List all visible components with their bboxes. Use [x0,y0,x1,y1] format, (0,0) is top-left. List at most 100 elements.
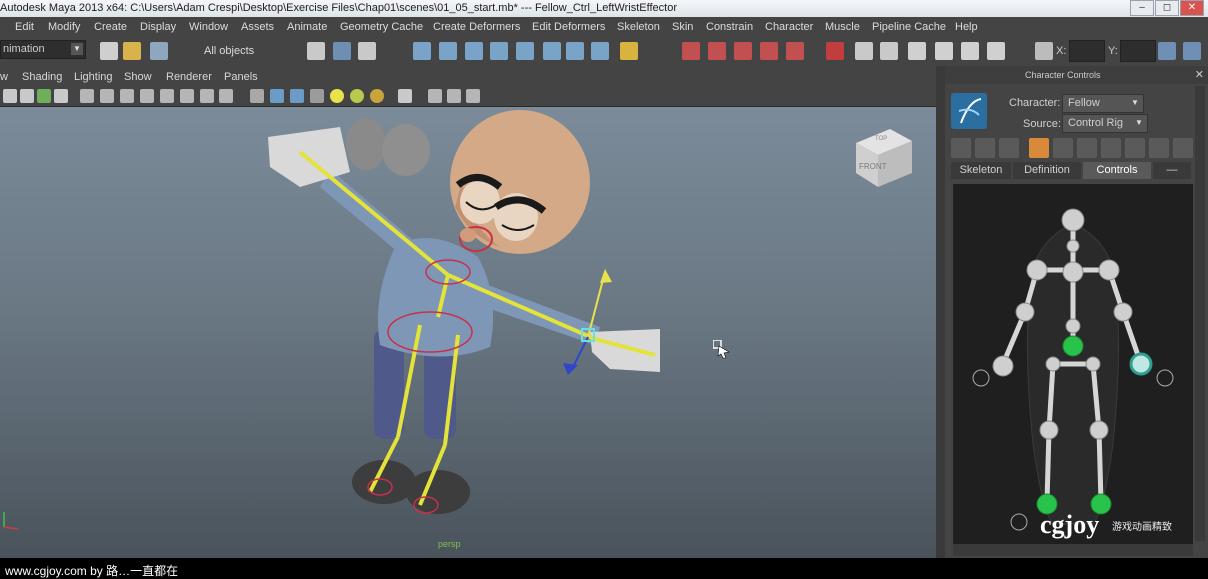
source-select[interactable]: Control Rig ▼ [1062,114,1148,133]
xray-active-icon[interactable] [466,89,480,103]
menu-animate[interactable]: Animate [287,21,327,33]
full-body-icon[interactable] [951,138,971,158]
right-leg-chevron-icon[interactable] [1010,513,1028,531]
tab-skeleton[interactable]: Skeleton [951,162,1011,179]
selection-mask-label[interactable]: All objects [204,45,254,57]
menu-help[interactable]: Help [955,21,978,33]
perspective-viewport[interactable]: FRONT TOP persp [0,107,936,558]
help-icon[interactable] [591,42,609,60]
xray-joints-icon[interactable] [447,89,461,103]
panel-menu-lighting[interactable]: Lighting [74,71,113,83]
stance-pose-icon[interactable] [1029,138,1049,158]
use-lights-icon[interactable] [330,89,344,103]
wireframe-icon[interactable] [250,89,264,103]
lock-icon[interactable] [620,42,638,60]
grid-icon[interactable] [100,89,114,103]
render-frame-icon[interactable] [682,42,700,60]
display-layer-icon[interactable] [880,42,898,60]
menu-pipeline-cache[interactable]: Pipeline Cache [872,21,946,33]
text-icon[interactable] [219,89,233,103]
new-scene-icon[interactable] [100,42,118,60]
mirror-icon[interactable] [1125,138,1145,158]
menu-set-selector[interactable]: nimation ▼ [0,40,86,59]
panel-menu-view[interactable]: w [0,71,8,83]
attribute-editor-toggle-icon[interactable] [1183,42,1201,60]
align-icon[interactable] [1149,138,1169,158]
menu-skeleton[interactable]: Skeleton [617,21,660,33]
outliner-icon[interactable] [987,42,1005,60]
menu-assets[interactable]: Assets [241,21,274,33]
vertical-scrollbar[interactable] [1195,86,1205,541]
hypershade-icon[interactable] [760,42,778,60]
ambient-occlusion-icon[interactable] [370,89,384,103]
menu-constrain[interactable]: Constrain [706,21,753,33]
humanik-menu-button[interactable] [951,93,987,129]
pin-translation-icon[interactable] [1053,138,1073,158]
menu-modify[interactable]: Modify [48,21,80,33]
pin-rotation-icon[interactable] [1077,138,1097,158]
snap-view-plane-icon[interactable] [490,42,508,60]
image-plane-icon[interactable] [54,89,68,103]
menu-edit[interactable]: Edit [15,21,34,33]
menu-display[interactable]: Display [140,21,176,33]
snap-point-icon[interactable] [465,42,483,60]
body-part-icon[interactable] [975,138,995,158]
y-coordinate-field[interactable] [1120,40,1156,62]
snap-surface-icon[interactable] [543,42,561,60]
close-icon[interactable]: ✕ [1195,68,1204,81]
close-button[interactable]: ✕ [1180,0,1204,16]
isolate-select-icon[interactable] [398,89,412,103]
manipulator-z-arrow[interactable] [563,363,578,375]
panel-divider[interactable] [936,66,945,558]
panel-menu-show[interactable]: Show [124,71,152,83]
bookmark-icon[interactable] [37,89,51,103]
snap-curve-icon[interactable] [439,42,457,60]
wireframe-on-shaded-icon[interactable] [290,89,304,103]
ipr-render-icon[interactable] [708,42,726,60]
menu-geometry-cache[interactable]: Geometry Cache [340,21,423,33]
render-settings-icon[interactable] [734,42,752,60]
minimize-button[interactable]: – [1130,0,1154,16]
safe-title-icon[interactable] [180,89,194,103]
select-by-hierarchy-icon[interactable] [307,42,325,60]
render-view-icon[interactable] [786,42,804,60]
menu-window[interactable]: Window [189,21,228,33]
hips-effector[interactable] [1062,335,1084,357]
selection-icon[interactable] [999,138,1019,158]
pin-both-icon[interactable] [1101,138,1121,158]
x-coordinate-field[interactable] [1069,40,1105,62]
tool-settings-icon[interactable] [935,42,953,60]
menu-skin[interactable]: Skin [672,21,693,33]
tab-more[interactable]: — [1153,162,1191,179]
character-select[interactable]: Fellow ▼ [1062,94,1144,113]
menu-create-deformers[interactable]: Create Deformers [433,21,520,33]
make-live-icon[interactable] [516,42,534,60]
field-chart-icon[interactable] [140,89,154,103]
gate-mask-icon[interactable] [200,89,214,103]
menu-create[interactable]: Create [94,21,127,33]
smooth-shade-icon[interactable] [270,89,284,103]
tab-controls[interactable]: Controls [1083,162,1151,179]
panel-menu-shading[interactable]: Shading [22,71,62,83]
menu-character[interactable]: Character [765,21,813,33]
input-line-icon[interactable] [826,42,844,60]
left-wrist-effector[interactable] [1129,352,1153,376]
film-gate-icon[interactable] [120,89,134,103]
save-scene-icon[interactable] [150,42,168,60]
camera-attributes-icon[interactable] [20,89,34,103]
select-by-object-icon[interactable] [333,42,351,60]
panel-menu-renderer[interactable]: Renderer [166,71,212,83]
attribute-editor-icon[interactable] [908,42,926,60]
history-icon[interactable] [566,42,584,60]
right-arm-chevron-icon[interactable] [972,369,990,387]
view-cube[interactable]: FRONT TOP [856,129,912,187]
menu-edit-deformers[interactable]: Edit Deformers [532,21,605,33]
tab-definition[interactable]: Definition [1013,162,1081,179]
maximize-button[interactable]: ◻ [1155,0,1179,16]
safe-action-icon[interactable] [160,89,174,103]
camera-select-icon[interactable] [3,89,17,103]
resolution-gate-icon[interactable] [80,89,94,103]
textured-icon[interactable] [310,89,324,103]
settings-icon[interactable] [1173,138,1193,158]
channel-box-icon[interactable] [961,42,979,60]
